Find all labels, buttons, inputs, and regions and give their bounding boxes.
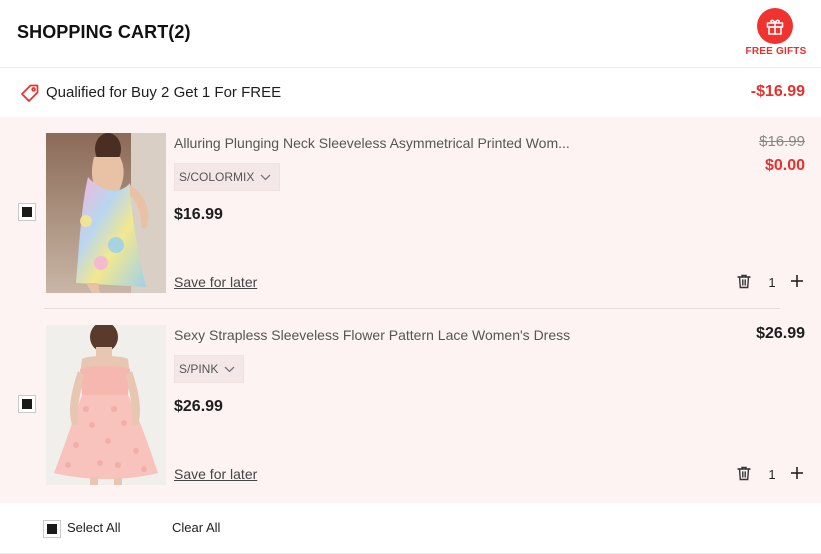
product-image[interactable] <box>46 325 166 485</box>
save-for-later-link[interactable]: Save for later <box>174 274 257 290</box>
product-image[interactable] <box>46 133 166 293</box>
promo-discount: -$16.99 <box>750 83 805 100</box>
cart-header: SHOPPING CART(2) FREE GIFTS <box>0 0 821 68</box>
item-checkbox[interactable] <box>18 203 36 221</box>
clear-all-button[interactable]: Clear All <box>172 520 220 535</box>
variant-label: S/PINK <box>179 362 219 376</box>
cart-footer: Select All Clear All <box>0 503 821 554</box>
quantity-value[interactable]: 1 <box>766 467 778 482</box>
chevron-down-icon <box>260 164 271 190</box>
variant-selector[interactable]: S/PINK <box>174 355 245 383</box>
free-gifts-label[interactable]: FREE GIFTS <box>738 46 814 57</box>
item-total-price: $26.99 <box>756 325 805 342</box>
chevron-down-icon <box>224 356 235 382</box>
trash-icon[interactable] <box>737 274 751 294</box>
variant-selector[interactable]: S/COLORMIX <box>174 163 281 191</box>
promo-banner: Qualified for Buy 2 Get 1 For FREE -$16.… <box>0 69 821 117</box>
discounted-price: $0.00 <box>764 157 805 174</box>
promo-text: Qualified for Buy 2 Get 1 For FREE <box>46 84 282 101</box>
cart-item: Sexy Strapless Sleeveless Flower Pattern… <box>0 309 821 501</box>
select-all-checkbox[interactable] <box>43 520 61 538</box>
free-gifts-button[interactable]: FREE GIFTS <box>738 8 814 60</box>
trash-icon[interactable] <box>737 466 751 486</box>
unit-price: $16.99 <box>174 206 223 223</box>
item-checkbox[interactable] <box>18 395 36 413</box>
plus-icon[interactable] <box>790 274 804 293</box>
select-all-label[interactable]: Select All <box>67 520 120 535</box>
original-price: $16.99 <box>759 133 805 150</box>
save-for-later-link[interactable]: Save for later <box>174 466 257 482</box>
unit-price: $26.99 <box>174 398 223 415</box>
cart-items: Alluring Plunging Neck Sleeveless Asymme… <box>0 117 821 503</box>
tag-icon <box>20 83 40 108</box>
page-title: SHOPPING CART(2) <box>17 22 191 42</box>
gift-icon[interactable] <box>757 8 793 44</box>
product-name[interactable]: Alluring Plunging Neck Sleeveless Asymme… <box>174 135 614 151</box>
variant-label: S/COLORMIX <box>179 170 255 184</box>
cart-item: Alluring Plunging Neck Sleeveless Asymme… <box>0 117 821 309</box>
product-name[interactable]: Sexy Strapless Sleeveless Flower Pattern… <box>174 327 614 343</box>
quantity-value[interactable]: 1 <box>766 275 778 290</box>
plus-icon[interactable] <box>790 466 804 485</box>
